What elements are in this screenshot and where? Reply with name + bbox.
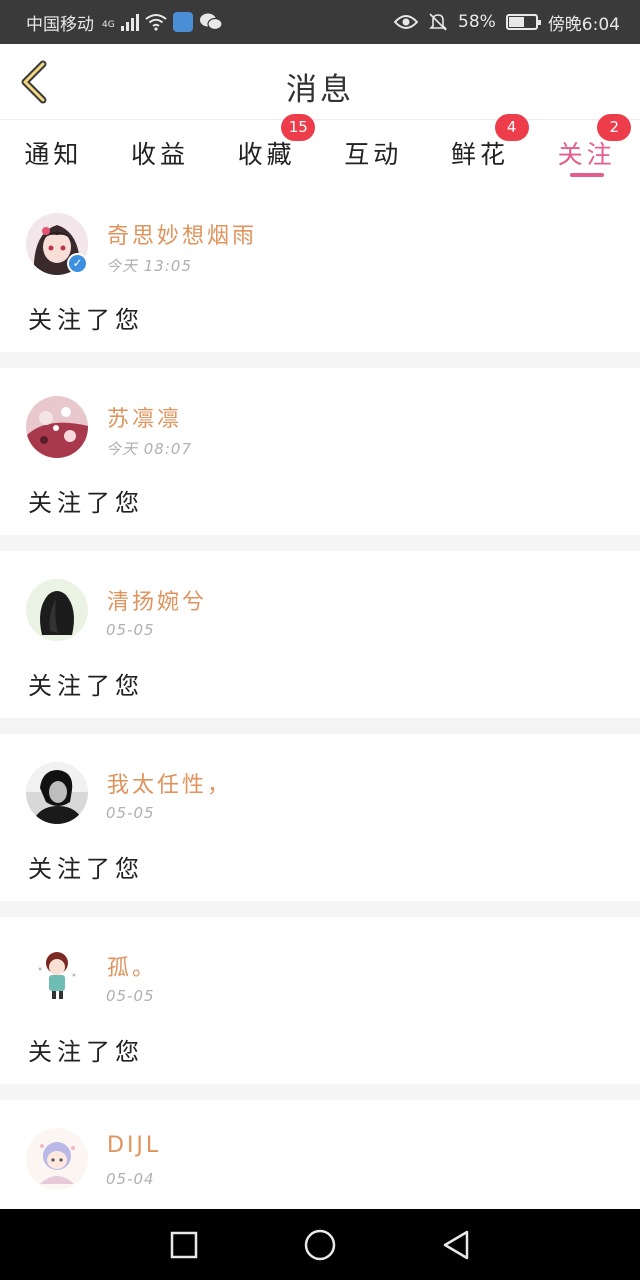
message-item[interactable]: 我太任性， 05-05 关注了您 (0, 734, 640, 901)
mute-bell-icon (429, 13, 447, 31)
wifi-icon (145, 14, 167, 31)
tab-5[interactable]: 关注 2 (533, 114, 640, 183)
app-notification-icon (172, 12, 193, 32)
circle-icon (304, 1229, 336, 1260)
tab-label: 收藏 (237, 140, 296, 169)
page-header: 消息 (0, 44, 640, 120)
battery-level (508, 17, 524, 27)
tab-label: 鲜花 (450, 140, 509, 169)
tab-badge: 15 (281, 114, 316, 141)
avatar[interactable] (26, 579, 88, 641)
avatar[interactable] (26, 396, 88, 458)
username-link[interactable]: 清扬婉兮 (107, 584, 207, 616)
message-item[interactable]: 孤。 05-05 关注了您 (0, 917, 640, 1084)
signal-icon (120, 13, 139, 31)
tab-badge: 2 (597, 114, 632, 141)
message-timestamp: 05-04 (106, 1170, 155, 1188)
message-timestamp: 今天 13:05 (106, 257, 192, 275)
battery-percent: 58% (458, 12, 496, 32)
tab-label: 互动 (344, 140, 403, 169)
battery-icon (505, 14, 541, 30)
page-title: 消息 (286, 72, 354, 108)
carrier-label: 中国移动 (26, 14, 94, 35)
username-link[interactable]: 孤。 (107, 950, 157, 982)
tab-label: 通知 (24, 140, 83, 169)
message-timestamp: 05-05 (106, 987, 155, 1005)
wechat-icon (199, 13, 223, 31)
message-action-text: 关注了您 (28, 306, 144, 334)
message-timestamp: 今天 08:07 (106, 440, 192, 458)
message-action-text: 关注了您 (28, 1038, 144, 1066)
recent-apps-button[interactable] (116, 1209, 252, 1280)
message-action-text: 关注了您 (28, 855, 144, 883)
tab-1[interactable]: 收益 (107, 121, 214, 183)
username-link[interactable]: 奇思妙想烟雨 (107, 218, 257, 250)
avatar[interactable] (26, 945, 88, 1007)
tab-3[interactable]: 互动 (320, 121, 427, 183)
tab-label: 收益 (130, 140, 189, 169)
clock: 傍晚6:04 (547, 14, 620, 35)
tab-2[interactable]: 收藏 15 (213, 114, 320, 183)
system-nav-bar (0, 1209, 640, 1280)
status-left: 中国移动 4G (26, 10, 223, 35)
tab-label: 关注 (557, 140, 616, 169)
status-bar: 中国移动 4G 58% 傍晚6:04 (0, 0, 640, 44)
message-item[interactable]: ✓ 奇思妙想烟雨今天 13:05 关注了您 (0, 185, 640, 352)
avatar[interactable] (26, 762, 88, 824)
verified-check-icon: ✓ (67, 253, 88, 274)
message-action-text: 关注了您 (28, 489, 144, 517)
tab-4[interactable]: 鲜花 4 (427, 114, 534, 183)
tab-0[interactable]: 通知 (0, 121, 107, 183)
triangle-back-icon (443, 1230, 469, 1259)
username-link[interactable]: DIJL (107, 1133, 161, 1158)
message-item[interactable]: 清扬婉兮 05-05 关注了您 (0, 551, 640, 718)
message-item[interactable]: DIJL 05-04 (0, 1100, 640, 1209)
network-type-label: 4G (102, 19, 115, 30)
avatar[interactable] (26, 1128, 88, 1190)
system-back-button[interactable] (388, 1209, 524, 1280)
square-icon (170, 1231, 198, 1258)
message-list: ✓ 奇思妙想烟雨 今天 13:05 关注了您 苏凛凛 今天 08:07 关注了您 清扬婉兮 05… (0, 185, 640, 1209)
message-item[interactable]: 苏凛凛今天 08:07 关注了您 (0, 368, 640, 535)
active-tab-indicator (569, 173, 604, 177)
status-right: 58% 傍晚6:04 (394, 10, 620, 35)
message-timestamp: 05-05 (106, 804, 155, 822)
home-button[interactable] (252, 1209, 388, 1280)
message-timestamp: 05-05 (106, 621, 155, 639)
eye-comfort-icon (394, 15, 419, 29)
username-link[interactable]: 我太任性， (107, 767, 232, 799)
tab-badge: 4 (494, 114, 529, 141)
username-link[interactable]: 苏凛凛 (107, 401, 182, 433)
message-action-text: 关注了您 (28, 672, 144, 700)
tab-bar: 通知 收益 收藏 15 互动 鲜花 4 关注 2 (0, 114, 640, 183)
